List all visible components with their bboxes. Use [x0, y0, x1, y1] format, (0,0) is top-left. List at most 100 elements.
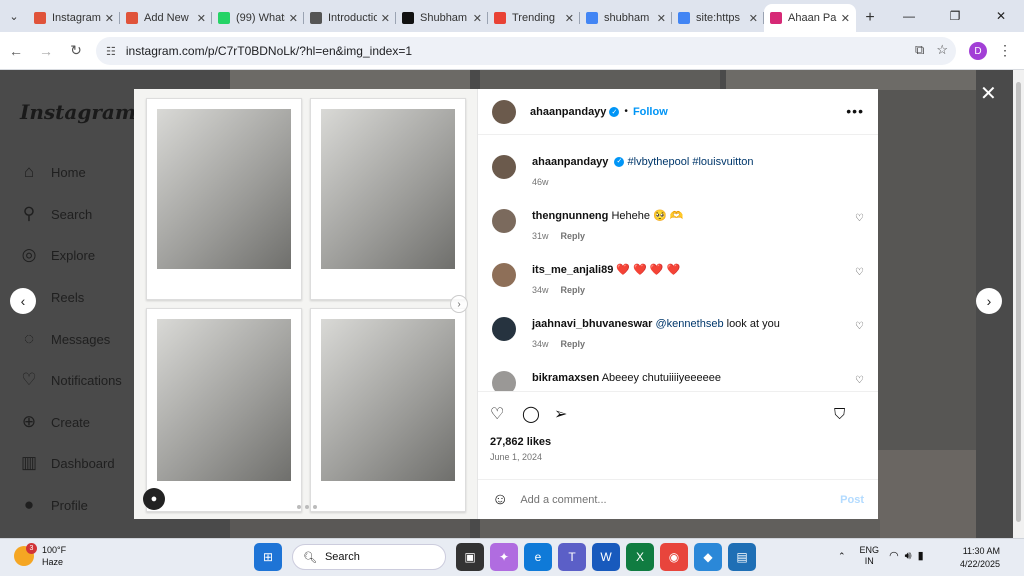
- browser-tab[interactable]: Introduction ✕: [304, 4, 396, 32]
- excel-icon[interactable]: X: [626, 543, 654, 571]
- browser-tab[interactable]: Shubham ✕: [396, 4, 488, 32]
- commenter-avatar[interactable]: [492, 209, 516, 233]
- emoji-icon[interactable]: ☺: [492, 491, 508, 509]
- comment-time[interactable]: 34w: [532, 285, 549, 295]
- like-heart-icon[interactable]: ♡: [490, 404, 522, 424]
- carousel-dot[interactable]: [313, 505, 317, 509]
- copilot-icon[interactable]: ✦: [490, 543, 518, 571]
- show-hidden-icons-icon[interactable]: ⌃: [838, 551, 846, 562]
- comment-input[interactable]: Add a comment...: [520, 494, 840, 506]
- notepad-icon[interactable]: ▤: [728, 543, 756, 571]
- author-username[interactable]: ahaanpandayy: [530, 106, 606, 118]
- share-paper-plane-icon[interactable]: ➢: [554, 404, 586, 424]
- chrome-icon[interactable]: ◉: [660, 543, 688, 571]
- commenter-avatar[interactable]: [492, 263, 516, 287]
- sidebar-item-notifications[interactable]: ♡ Notifications: [18, 368, 121, 392]
- profile-avatar[interactable]: D: [969, 42, 987, 60]
- tab-close-icon[interactable]: ✕: [381, 12, 390, 25]
- carousel-next-icon[interactable]: ›: [450, 295, 468, 313]
- browser-tab[interactable]: Instagram ✕: [28, 4, 120, 32]
- post-image-carousel[interactable]: › ●: [134, 89, 478, 519]
- caption-username[interactable]: ahaanpandayy: [532, 156, 608, 168]
- teams-icon[interactable]: T: [558, 543, 586, 571]
- wifi-volume-battery-icon[interactable]: ◠🔊︎▮: [889, 549, 930, 563]
- post-comment-button[interactable]: Post: [840, 494, 864, 506]
- carousel-dot[interactable]: [305, 505, 309, 509]
- reply-button[interactable]: Reply: [561, 285, 586, 295]
- commenter-username[interactable]: jaahnavi_bhuvaneswar: [532, 318, 652, 330]
- next-post-arrow-icon[interactable]: ›: [976, 288, 1002, 314]
- comments-list[interactable]: ahaanpandayy ✓ #lvbythepool #louisvuitto…: [478, 135, 878, 391]
- tab-close-icon[interactable]: ✕: [289, 12, 298, 25]
- tab-close-icon[interactable]: ✕: [105, 12, 114, 25]
- caption-hashtags[interactable]: #lvbythepool #louisvuitton: [628, 156, 754, 168]
- browser-menu-icon[interactable]: ⋮: [998, 42, 1012, 59]
- reply-button[interactable]: Reply: [561, 231, 586, 241]
- word-icon[interactable]: W: [592, 543, 620, 571]
- back-button[interactable]: ←: [2, 37, 30, 65]
- sidebar-item-home[interactable]: ⌂ Home: [18, 160, 86, 184]
- new-tab-button[interactable]: +: [856, 4, 884, 32]
- tab-close-icon[interactable]: ✕: [657, 12, 666, 25]
- comment-time[interactable]: 34w: [532, 339, 549, 349]
- caption-avatar[interactable]: [492, 155, 516, 179]
- commenter-avatar[interactable]: [492, 371, 516, 391]
- site-info-icon[interactable]: ☷: [106, 45, 116, 58]
- tab-close-icon[interactable]: ✕: [749, 12, 758, 25]
- install-app-icon[interactable]: ⧉: [915, 42, 924, 58]
- sidebar-item-profile[interactable]: ● Profile: [18, 493, 88, 517]
- browser-tab[interactable]: Add New ✕: [120, 4, 212, 32]
- maximize-button[interactable]: ❐: [932, 0, 978, 32]
- weather-widget[interactable]: 3 100°F Haze: [14, 543, 66, 568]
- address-bar[interactable]: ☷ instagram.com/p/C7rT0BDNoLk/?hl=en&img…: [96, 37, 956, 65]
- browser-tab[interactable]: Ahaan Panday ✕: [764, 4, 856, 32]
- sidebar-item-explore[interactable]: ◎ Explore: [18, 243, 96, 267]
- tab-close-icon[interactable]: ✕: [473, 12, 482, 25]
- tab-search-button[interactable]: ⌄: [0, 0, 28, 32]
- commenter-username[interactable]: thengnunneng: [532, 210, 608, 222]
- comment-mention[interactable]: @kennethseb: [656, 318, 724, 330]
- follow-button[interactable]: Follow: [633, 106, 668, 118]
- tab-close-icon[interactable]: ✕: [565, 12, 574, 25]
- carousel-dot[interactable]: [289, 505, 293, 509]
- comment-like-heart-icon[interactable]: ♡: [855, 375, 864, 386]
- close-window-button[interactable]: ✕: [978, 0, 1024, 32]
- task-view-icon[interactable]: ▣: [456, 543, 484, 571]
- start-windows-icon[interactable]: ⊞: [254, 543, 282, 571]
- commenter-avatar[interactable]: [492, 317, 516, 341]
- comment-like-heart-icon[interactable]: ♡: [855, 213, 864, 224]
- prev-post-arrow-icon[interactable]: ‹: [10, 288, 36, 314]
- tagged-user-icon[interactable]: ●: [143, 488, 165, 510]
- bookmark-star-icon[interactable]: ☆: [936, 42, 948, 58]
- author-avatar[interactable]: [492, 99, 516, 124]
- taskbar-search[interactable]: 🔍︎ Search: [292, 544, 446, 570]
- comment-like-heart-icon[interactable]: ♡: [855, 267, 864, 278]
- comment-bubble-icon[interactable]: ◯: [522, 404, 554, 424]
- carousel-dot[interactable]: [297, 505, 301, 509]
- edge-icon[interactable]: e: [524, 543, 552, 571]
- browser-tab[interactable]: site:https ✕: [672, 4, 764, 32]
- language-indicator[interactable]: ENG IN: [860, 545, 880, 567]
- page-scrollbar[interactable]: [1013, 70, 1024, 538]
- forward-button[interactable]: →: [32, 37, 60, 65]
- clock[interactable]: 11:30 AM 4/22/2025: [960, 545, 1000, 571]
- likes-count[interactable]: 27,862 likes: [490, 436, 866, 448]
- instagram-logo[interactable]: Instagram: [20, 100, 136, 124]
- security-icon[interactable]: ◆: [694, 543, 722, 571]
- close-modal-icon[interactable]: ✕: [980, 81, 997, 106]
- sidebar-item-create[interactable]: ⊕ Create: [18, 410, 90, 434]
- sidebar-item-search[interactable]: ⚲ Search: [18, 202, 92, 226]
- sidebar-item-messages[interactable]: ◌ Messages: [18, 327, 110, 351]
- tab-close-icon[interactable]: ✕: [841, 12, 850, 25]
- caption-time[interactable]: 46w: [532, 177, 549, 187]
- tab-close-icon[interactable]: ✕: [197, 12, 206, 25]
- sidebar-item-dashboard[interactable]: ▥ Dashboard: [18, 451, 115, 475]
- reply-button[interactable]: Reply: [561, 339, 586, 349]
- minimize-button[interactable]: —: [886, 0, 932, 32]
- comment-like-heart-icon[interactable]: ♡: [855, 321, 864, 332]
- reload-button[interactable]: ↻: [62, 37, 90, 65]
- commenter-username[interactable]: bikramaxsen: [532, 372, 599, 384]
- browser-tab[interactable]: shubham ✕: [580, 4, 672, 32]
- browser-tab[interactable]: (99) WhatsApp ✕: [212, 4, 304, 32]
- save-bookmark-icon[interactable]: ⛉: [834, 406, 866, 423]
